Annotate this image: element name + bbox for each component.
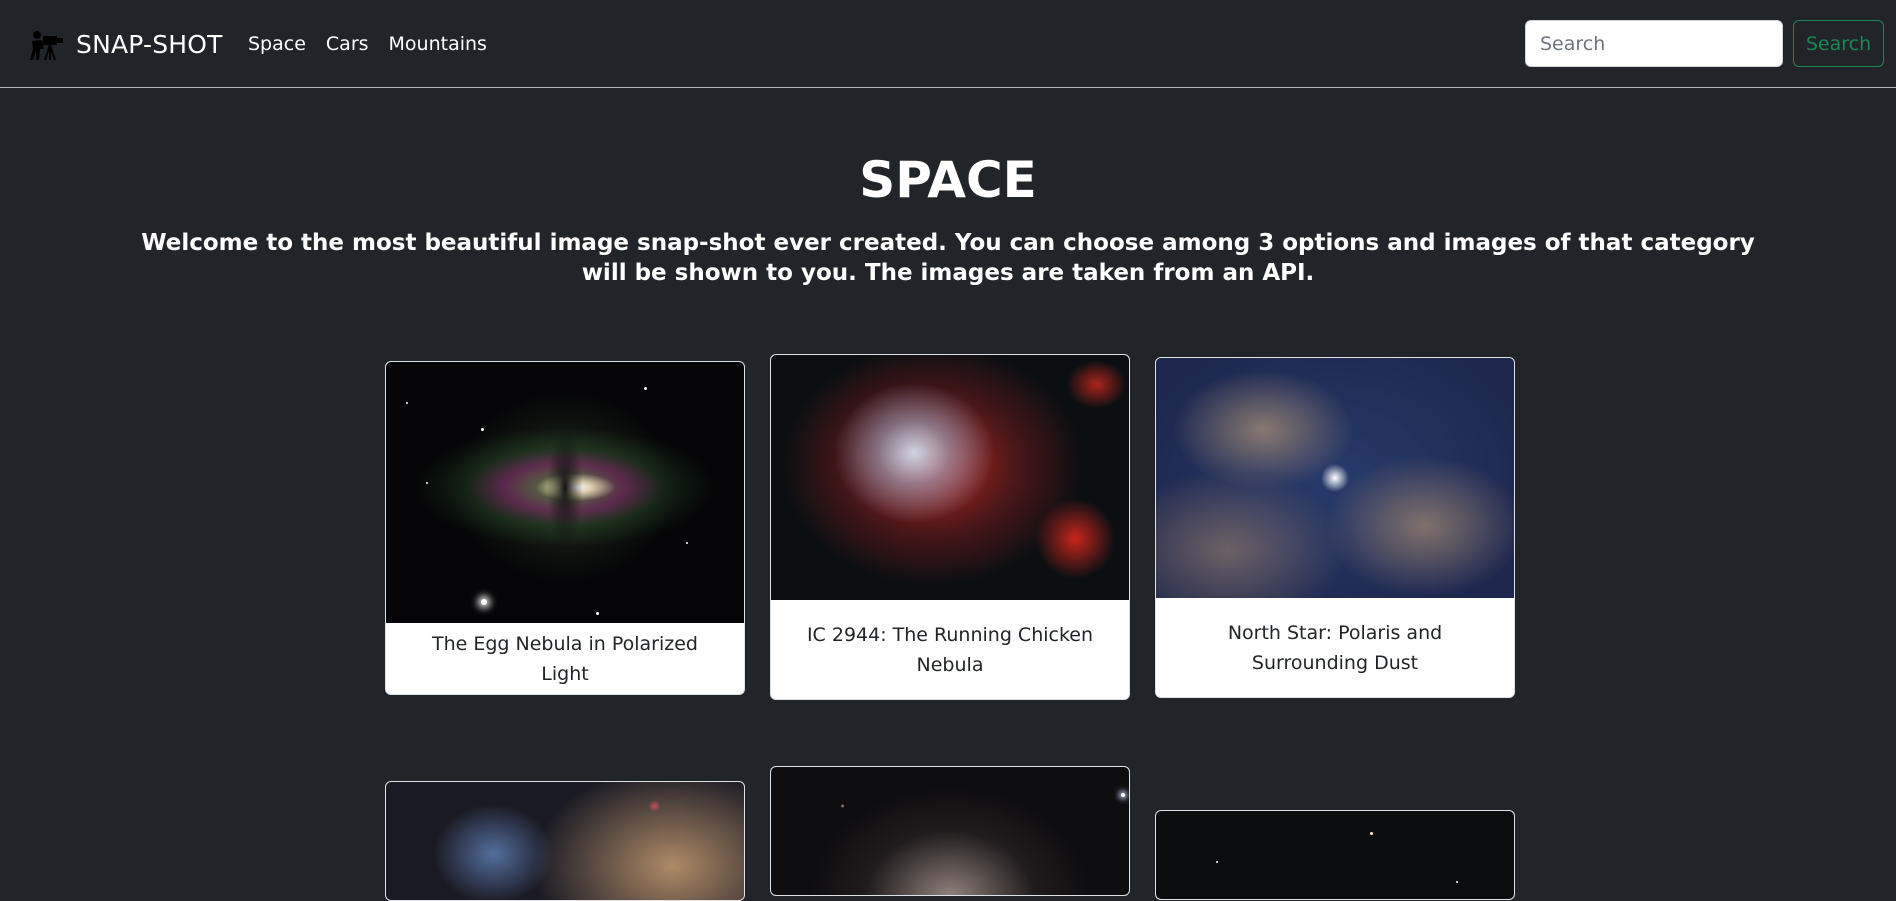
- card-title: North Star: Polaris and Surrounding Dust: [1227, 621, 1443, 674]
- nav-link-cars[interactable]: Cars: [326, 33, 369, 55]
- image-card[interactable]: [385, 781, 745, 901]
- image-card[interactable]: [770, 766, 1130, 896]
- card-image: [771, 767, 1129, 895]
- card-title: IC 2944: The Running Chicken Nebula: [806, 623, 1094, 676]
- image-card[interactable]: The Egg Nebula in Polarized Light: [385, 361, 745, 695]
- image-card[interactable]: North Star: Polaris and Surrounding Dust: [1155, 357, 1515, 698]
- card-image: [771, 355, 1129, 600]
- nav-link-mountains[interactable]: Mountains: [389, 33, 487, 55]
- card-title: The Egg Nebula in Polarized Light: [431, 632, 698, 685]
- nav-link-space[interactable]: Space: [248, 33, 306, 55]
- brand-name: SNAP-SHOT: [76, 29, 223, 59]
- card-image: [1156, 811, 1514, 899]
- search-input[interactable]: [1525, 20, 1783, 67]
- page-title: SPACE: [859, 151, 1037, 209]
- photographer-camera-icon: [30, 31, 63, 61]
- image-card[interactable]: [1155, 810, 1515, 900]
- image-card[interactable]: IC 2944: The Running Chicken Nebula: [770, 354, 1130, 700]
- intro-text: Welcome to the most beautiful image snap…: [141, 230, 1755, 286]
- card-image: [386, 782, 744, 900]
- card-image: [386, 362, 744, 623]
- card-image: [1156, 358, 1514, 598]
- search-button[interactable]: Search: [1793, 20, 1884, 67]
- brand[interactable]: SNAP-SHOT: [28, 22, 223, 66]
- main-nav: Space Cars Mountains: [248, 28, 487, 60]
- navbar: SNAP-SHOT Space Cars Mountains Search: [0, 0, 1896, 88]
